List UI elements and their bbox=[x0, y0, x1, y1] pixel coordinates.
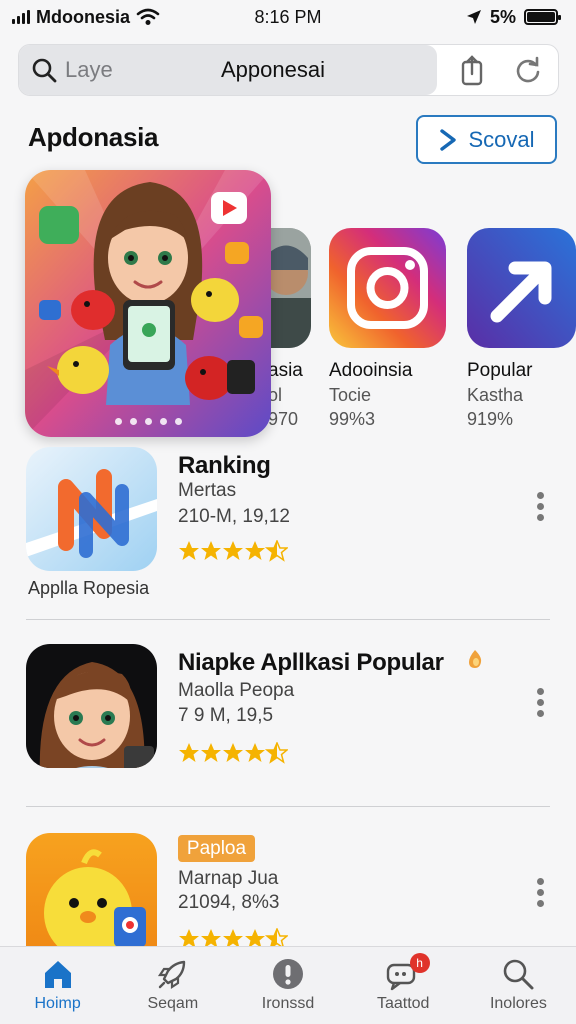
notification-badge: h bbox=[409, 953, 430, 973]
scoval-button[interactable]: Scoval bbox=[416, 115, 557, 164]
star-rating bbox=[178, 742, 288, 764]
card-title: Popular bbox=[467, 360, 533, 381]
card-subtitle: Kastha bbox=[467, 385, 524, 405]
tab-home-label: Hoimp bbox=[34, 995, 81, 1012]
scoval-label: Scoval bbox=[468, 126, 535, 152]
wifi-icon bbox=[136, 8, 160, 25]
card-subtitle: Tocie bbox=[329, 385, 372, 405]
search-title: Apponesai bbox=[221, 57, 325, 82]
share-icon bbox=[461, 55, 483, 86]
arrow-app-icon bbox=[467, 228, 576, 348]
tab-search-games[interactable]: Seqam bbox=[115, 947, 230, 1024]
app-subtitle: Mertas bbox=[178, 480, 237, 501]
card-meta: 99%3 bbox=[329, 409, 376, 429]
card-title: Adooinsia bbox=[329, 360, 413, 381]
tab-explore[interactable]: Inolores bbox=[461, 947, 576, 1024]
reload-button[interactable] bbox=[505, 47, 551, 93]
app-icon bbox=[26, 833, 157, 947]
app-meta: 7 9 M, 19,5 bbox=[178, 705, 274, 726]
instagram-icon bbox=[329, 228, 446, 348]
rocket-icon bbox=[157, 960, 185, 990]
app-icon bbox=[26, 644, 157, 768]
page-dot[interactable] bbox=[129, 418, 137, 425]
app-icon bbox=[26, 447, 157, 571]
more-options-button[interactable] bbox=[534, 492, 546, 521]
battery-icon bbox=[524, 9, 561, 25]
divider bbox=[26, 619, 550, 620]
page-dot[interactable] bbox=[174, 418, 182, 425]
tab-info-label: Ironssd bbox=[261, 995, 315, 1012]
page-dot[interactable] bbox=[144, 418, 152, 425]
more-options-button[interactable] bbox=[534, 878, 546, 907]
card-meta: 919% bbox=[467, 409, 514, 429]
location-arrow-icon bbox=[466, 10, 481, 24]
section-title: Apdonasia bbox=[28, 122, 159, 152]
search-input[interactable]: Laye Apponesai bbox=[19, 45, 437, 95]
tab-info[interactable]: Ironssd bbox=[230, 947, 345, 1024]
chevron-right-icon bbox=[440, 128, 457, 151]
app-subtitle: Marnap Jua bbox=[178, 868, 279, 889]
status-left: Mdoonesia bbox=[12, 7, 160, 28]
tab-home[interactable]: Hoimp bbox=[0, 947, 115, 1024]
tab-bar: Hoimp Seqam Ironssd h Taattod Inolores bbox=[0, 946, 576, 1024]
page-dot[interactable] bbox=[114, 418, 122, 425]
tab-explore-label: Inolores bbox=[489, 995, 547, 1012]
app-meta: 21094, 8%3 bbox=[178, 892, 280, 913]
flame-icon bbox=[469, 650, 482, 668]
app-meta: 210-M, 19,12 bbox=[178, 506, 290, 527]
status-right: 5% bbox=[466, 6, 561, 28]
page-dot[interactable] bbox=[159, 418, 167, 425]
app-caption: Applla Ropesia bbox=[28, 578, 150, 598]
app-subtitle: Maolla Peopa bbox=[178, 680, 295, 701]
info-icon bbox=[273, 959, 303, 989]
search-icon bbox=[32, 58, 57, 83]
more-options-button[interactable] bbox=[534, 688, 546, 717]
search-icon bbox=[504, 959, 534, 990]
divider bbox=[26, 806, 550, 807]
search-bar: Laye Apponesai bbox=[18, 44, 559, 96]
app-name: Niapke Apllkasi Popular bbox=[178, 649, 444, 676]
app-badge: Paploa bbox=[178, 835, 255, 862]
carousel-card[interactable]: Adooinsia Tocie 99%3 bbox=[329, 228, 446, 430]
carousel-card[interactable]: Popular Kastha 919% bbox=[467, 228, 576, 430]
signal-icon bbox=[12, 10, 30, 24]
featured-banner[interactable] bbox=[25, 170, 271, 437]
search-placeholder: Laye bbox=[65, 57, 113, 82]
star-rating bbox=[178, 540, 288, 562]
reload-icon bbox=[516, 56, 540, 83]
tab-chat[interactable]: h Taattod bbox=[346, 947, 461, 1024]
status-bar: Mdoonesia 8:16 PM 5% bbox=[0, 0, 576, 34]
carousel-page-dots[interactable] bbox=[25, 418, 271, 425]
battery-percent: 5% bbox=[489, 6, 516, 27]
tab-chat-label: Taattod bbox=[376, 995, 430, 1012]
tab-search-games-label: Seqam bbox=[147, 995, 199, 1012]
carrier-name: Mdoonesia bbox=[36, 6, 131, 27]
app-name: Ranking bbox=[178, 452, 271, 479]
share-button[interactable] bbox=[449, 47, 495, 93]
featured-illustration bbox=[25, 170, 271, 437]
home-icon bbox=[44, 961, 71, 988]
